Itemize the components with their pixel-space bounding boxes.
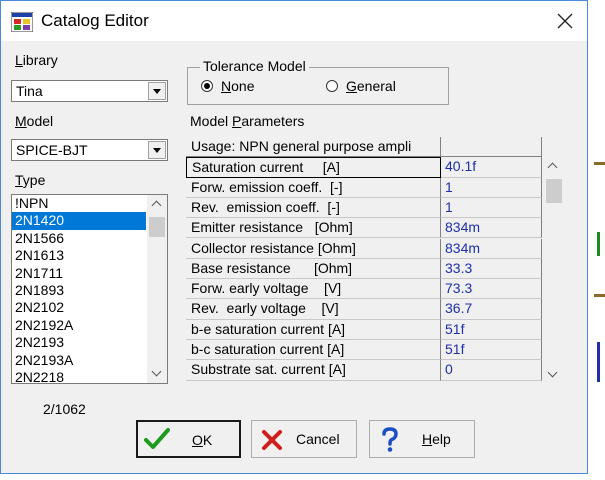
library-combo[interactable]: Tina xyxy=(11,80,168,102)
type-list-item[interactable]: 2N1566 xyxy=(12,230,146,247)
parameter-name: Substrate sat. current [A] xyxy=(186,360,441,381)
background-trace xyxy=(594,294,605,297)
parameter-value[interactable]: 33.3 xyxy=(441,258,542,280)
table-row[interactable]: Forw. early voltage [V] 73.3 xyxy=(186,279,542,300)
type-list-item[interactable]: 2N1420 xyxy=(12,212,146,230)
radio-none-label: None xyxy=(221,78,255,94)
checkmark-icon xyxy=(144,428,170,449)
help-button[interactable]: Help xyxy=(369,420,475,458)
parameter-name: Collector resistance [Ohm] xyxy=(186,238,441,259)
model-value: SPICE-BJT xyxy=(16,142,88,158)
scroll-up-icon[interactable] xyxy=(147,195,167,213)
type-scrollbar[interactable] xyxy=(147,195,167,383)
parameter-value[interactable]: 0 xyxy=(441,360,542,381)
parameter-name: b-e saturation current [A] xyxy=(186,319,441,340)
type-list-item[interactable]: 2N2193A xyxy=(12,352,146,369)
type-list-item[interactable]: 2N2102 xyxy=(12,299,146,316)
parameter-name: Rev. emission coeff. [-] xyxy=(186,197,441,219)
table-row[interactable]: Base resistance [Ohm] 33.3 xyxy=(186,258,542,280)
background-trace xyxy=(597,342,600,382)
radio-dot xyxy=(204,83,210,89)
question-icon xyxy=(382,427,398,452)
parameter-value[interactable]: 834m xyxy=(441,238,542,259)
type-list-item[interactable]: 2N1711 xyxy=(12,265,146,282)
parameters-table[interactable]: Usage: NPN general purpose ampli Saturat… xyxy=(186,137,567,384)
table-row[interactable]: Forw. emission coeff. [-] 1 xyxy=(186,177,542,198)
background-trace xyxy=(597,232,600,256)
table-row[interactable]: Saturation current [A] 40.1f xyxy=(186,157,542,178)
close-icon xyxy=(557,13,573,29)
library-label-rest: ibrary xyxy=(22,52,58,68)
tolerance-model-title: Tolerance Model xyxy=(200,58,309,74)
type-list-item[interactable]: !NPN xyxy=(12,195,146,212)
table-header-row: Usage: NPN general purpose ampli xyxy=(186,137,542,158)
parameter-value[interactable]: 1 xyxy=(441,177,542,198)
table-row[interactable]: Rev. emission coeff. [-] 1 xyxy=(186,197,542,219)
ok-label: OK xyxy=(192,432,213,448)
usage-text: Usage: NPN general purpose ampli xyxy=(186,137,441,158)
close-button[interactable] xyxy=(545,5,585,37)
parameter-value[interactable]: 1 xyxy=(441,197,542,219)
parameter-value[interactable]: 51f xyxy=(441,319,542,340)
table-row[interactable]: Substrate sat. current [A] 0 xyxy=(186,360,542,381)
window-title: Catalog Editor xyxy=(41,11,149,30)
radio-circle[interactable] xyxy=(201,80,213,92)
parameters-scrollbar[interactable] xyxy=(543,157,565,384)
parameter-value[interactable]: 51f xyxy=(441,340,542,361)
type-list-item[interactable]: 2N1613 xyxy=(12,247,146,264)
parameters-scroll-track[interactable] xyxy=(543,157,565,384)
chevron-down-icon[interactable] xyxy=(148,82,166,100)
table-row[interactable]: b-e saturation current [A] 51f xyxy=(186,319,542,340)
parameter-value[interactable]: 73.3 xyxy=(441,279,542,300)
catalog-editor-dialog: Catalog Editor Library Tina Model SPICE-… xyxy=(0,0,588,474)
type-list-item[interactable]: 2N1893 xyxy=(12,282,146,299)
app-icon xyxy=(11,12,33,32)
parameter-name: Forw. emission coeff. [-] xyxy=(186,177,441,198)
model-combo[interactable]: SPICE-BJT xyxy=(11,139,168,161)
parameter-name: Emitter resistance [Ohm] xyxy=(186,218,441,239)
scroll-down-icon[interactable] xyxy=(543,366,563,384)
cancel-button[interactable]: Cancel xyxy=(251,420,357,458)
model-parameters-label: Model Parameters xyxy=(190,113,305,129)
scroll-down-icon[interactable] xyxy=(147,365,167,383)
radio-general-label: General xyxy=(346,78,396,94)
library-value: Tina xyxy=(16,83,43,99)
parameter-value[interactable]: 36.7 xyxy=(441,299,542,320)
parameter-name: Base resistance [Ohm] xyxy=(186,258,441,280)
parameter-name: b-c saturation current [A] xyxy=(186,340,441,361)
table-row[interactable]: Collector resistance [Ohm] 834m xyxy=(186,238,542,259)
title-bar: Catalog Editor xyxy=(1,1,587,41)
scroll-thumb[interactable] xyxy=(546,179,562,203)
header-value-cell xyxy=(441,137,542,158)
parameter-name: Saturation current [A] xyxy=(186,157,441,178)
type-items: !NPN 2N1420 2N1566 2N1613 2N1711 2N1893 2N2102… xyxy=(12,195,146,383)
cross-icon xyxy=(262,430,282,450)
type-listbox[interactable]: !NPN 2N1420 2N1566 2N1613 2N1711 2N1893 2N2102… xyxy=(11,194,168,384)
type-list-item[interactable]: 2N2193 xyxy=(12,334,146,351)
table-row[interactable]: b-c saturation current [A] 51f xyxy=(186,340,542,361)
scroll-up-icon[interactable] xyxy=(543,157,563,175)
radio-circle[interactable] xyxy=(326,80,338,92)
ok-button[interactable]: OK xyxy=(136,420,241,458)
type-list-item[interactable]: 2N2192A xyxy=(12,317,146,334)
parameter-value[interactable]: 834m xyxy=(441,218,542,239)
table-row[interactable]: Rev. early voltage [V] 36.7 xyxy=(186,299,542,320)
background-window xyxy=(588,0,605,480)
parameter-name: Forw. early voltage [V] xyxy=(186,279,441,300)
type-list-item[interactable]: 2N2218 xyxy=(12,369,146,383)
chevron-down-icon[interactable] xyxy=(148,141,166,159)
background-trace xyxy=(594,162,605,165)
scroll-thumb[interactable] xyxy=(149,217,165,237)
table-row[interactable]: Emitter resistance [Ohm] 834m xyxy=(186,218,542,239)
help-label: Help xyxy=(422,431,451,447)
parameter-name: Rev. early voltage [V] xyxy=(186,299,441,320)
parameter-value[interactable]: 40.1f xyxy=(441,157,542,178)
type-label: Type xyxy=(15,172,46,188)
item-count: 2/1062 xyxy=(43,401,86,417)
library-label: Library xyxy=(15,52,58,68)
model-label: Model xyxy=(15,113,54,129)
tolerance-model-group: Tolerance Model None General xyxy=(187,58,449,105)
cancel-label: Cancel xyxy=(296,431,340,447)
